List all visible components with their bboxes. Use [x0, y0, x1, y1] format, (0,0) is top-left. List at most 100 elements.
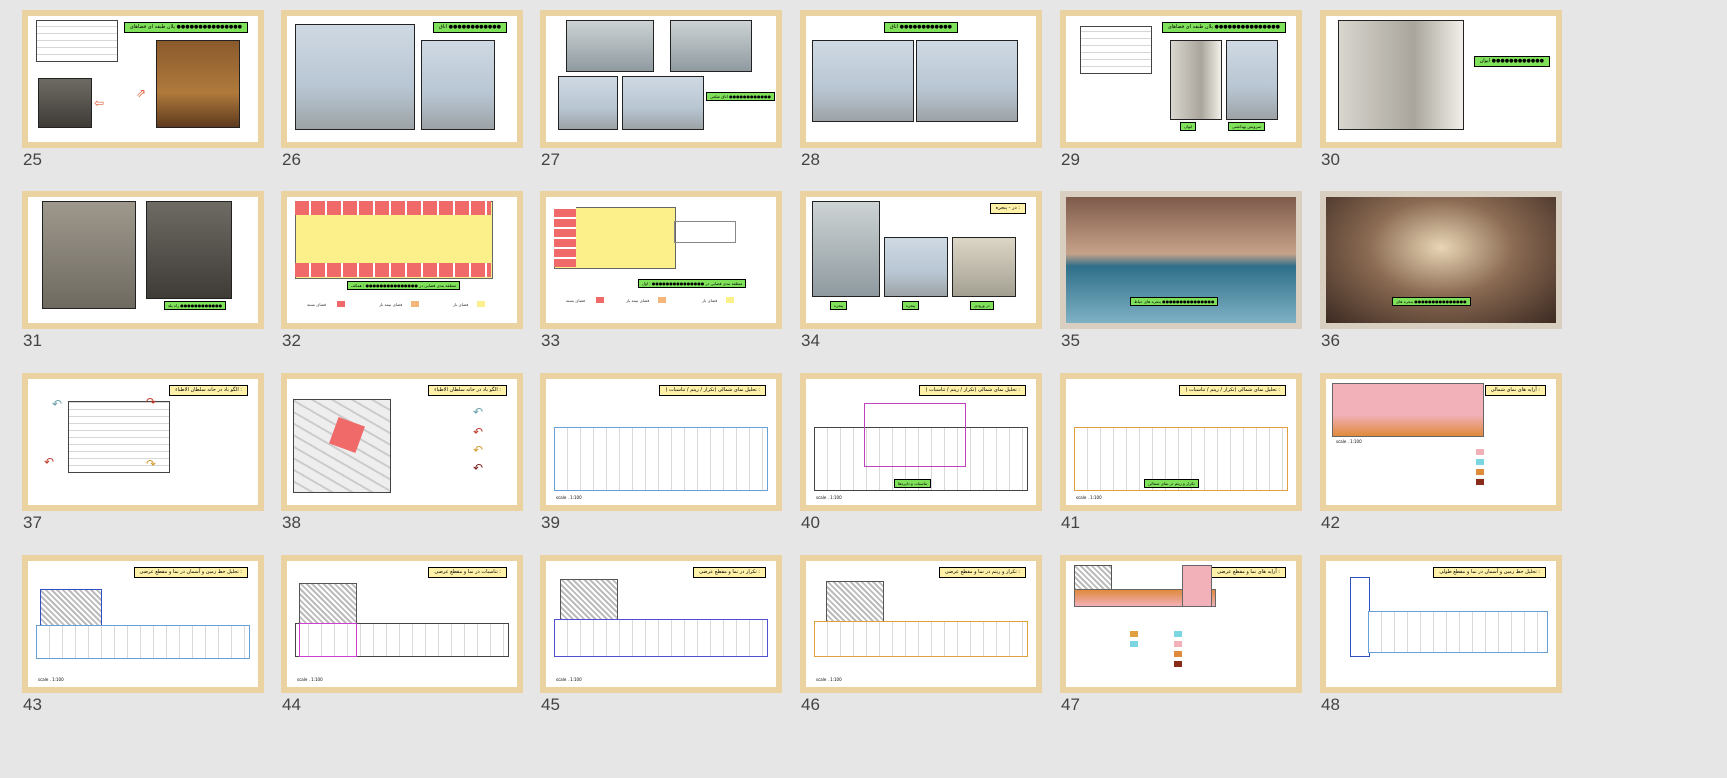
door-photo — [952, 237, 1016, 297]
legend-swatch — [1130, 631, 1138, 637]
slide-number: 37 — [23, 513, 42, 532]
slide-thumbnail-47[interactable]: آرایه های نما و مقطع عرضی : 47 — [1060, 555, 1302, 735]
slide-thumbnail-33[interactable]: منطقه بندی فضایی در ●●●●●●●●●●●●●●● : او… — [540, 191, 782, 371]
slide-title: اتاق ●●●●●●●●●●●● — [883, 22, 958, 33]
window-photo — [884, 237, 948, 297]
slide-thumbnail-37[interactable]: الگو باد در خانه سلطان الاطباء : ↶ ↷ ↶ ↷… — [22, 373, 264, 553]
caption-label: ایوان — [1180, 122, 1197, 131]
wind-arrow-icon: ↶ — [473, 405, 484, 419]
slide-thumbnail-36[interactable]: پنجره های ●●●●●●●●●●●●●●● 36 — [1320, 191, 1562, 371]
closed-space-zone — [554, 207, 576, 267]
slide-canvas: پلان طبقه ای فضاهای ●●●●●●●●●●●●●●● ⇦ ⇗ — [22, 10, 264, 148]
scale-text: scale . 1:100 — [816, 677, 842, 682]
arrow-up-right-icon: ⇗ — [136, 86, 147, 100]
room-photo — [812, 40, 914, 122]
slide-canvas: اتاق ●●●●●●●●●●●● — [800, 10, 1042, 148]
slide-sorter-grid: پلان طبقه ای فضاهای ●●●●●●●●●●●●●●● ⇦ ⇗ … — [0, 0, 1727, 778]
wind-arrow-icon: ↶ — [52, 397, 63, 411]
scale-text: scale . 1:100 — [556, 495, 582, 500]
legend-swatch — [1174, 641, 1182, 647]
caption-label: تکرار و ریتم در نمای شمالی — [1144, 479, 1199, 488]
slide-canvas: تحلیل نمای شمالی (تکرار / ریتم / تناسبات… — [1060, 373, 1302, 511]
slide-number: 34 — [801, 331, 820, 350]
colored-tower-drawing — [1182, 565, 1212, 607]
slide-title: تکرار و ریتم در نما و مقطع عرضی : — [938, 567, 1026, 578]
slide-thumbnail-40[interactable]: تحلیل نمای شمالی (تکرار / ریتم / تناسبات… — [800, 373, 1042, 553]
slide-number: 46 — [801, 695, 820, 714]
slide-title: در - پنجره : — [989, 203, 1026, 214]
slide-number: 33 — [541, 331, 560, 350]
slide-canvas: تکرار در نما و مقطع عرضی : scale . 1:100 — [540, 555, 782, 693]
slide-number: 32 — [282, 331, 301, 350]
slide-thumbnail-41[interactable]: تحلیل نمای شمالی (تکرار / ریتم / تناسبات… — [1060, 373, 1302, 553]
slide-thumbnail-28[interactable]: اتاق ●●●●●●●●●●●● 28 — [800, 10, 1042, 190]
slide-thumbnail-38[interactable]: الگو باد در خانه سلطان الاطباء : ↶ ↶ ↶ ↶… — [281, 373, 523, 553]
legend-swatch — [1174, 651, 1182, 657]
slide-canvas: تناسبات در نما و مقطع عرضی : scale . 1:1… — [281, 555, 523, 693]
room-photo — [421, 40, 495, 130]
slide-thumbnail-48[interactable]: تحلیل خط زمین و آسمان در نما و مقطع طولی… — [1320, 555, 1562, 735]
cross-section-drawing — [554, 619, 768, 657]
legend-label: فضای بسته — [566, 298, 586, 303]
plan-wing — [674, 221, 736, 243]
window-photo — [812, 201, 880, 297]
slide-title: تحلیل نمای شمالی (تکرار / ریتم / تناسبات… — [1179, 385, 1286, 396]
legend-label: فضای بسته — [307, 302, 327, 307]
room-photo — [295, 24, 415, 130]
colored-elevation-drawing — [1332, 383, 1484, 437]
slide-thumbnail-26[interactable]: اتاق ●●●●●●●●●●●● 26 — [281, 10, 523, 190]
caption-label: اتاق ضلعی ●●●●●●●●●●●● — [706, 92, 775, 101]
wind-arrow-icon: ↶ — [44, 455, 55, 469]
slide-number: 45 — [541, 695, 560, 714]
slide-thumbnail-31[interactable]: راه پله ●●●●●●●●●●●● 31 — [22, 191, 264, 371]
slide-number: 39 — [541, 513, 560, 532]
closed-space-zone — [295, 263, 491, 277]
slide-thumbnail-45[interactable]: تکرار در نما و مقطع عرضی : scale . 1:100… — [540, 555, 782, 735]
slide-number: 41 — [1061, 513, 1080, 532]
cross-section-drawing — [36, 625, 250, 659]
room-photo — [558, 76, 618, 130]
slide-thumbnail-35[interactable]: پنجره های حیاط ●●●●●●●●●●●●●●● 35 — [1060, 191, 1302, 371]
proportion-overlay — [864, 403, 966, 467]
bathroom-photo — [1226, 40, 1278, 120]
slide-canvas: منطقه بندی فضایی در ●●●●●●●●●●●●●●● : هم… — [281, 191, 523, 329]
door-photo — [156, 40, 240, 128]
north-elevation-drawing — [554, 427, 768, 491]
slide-thumbnail-29[interactable]: پلان طبقه ای فضاهای ●●●●●●●●●●●●●●● ایوا… — [1060, 10, 1302, 190]
caption-label: تناسبات و دایره‌ها — [894, 479, 932, 488]
slide-canvas: تکرار و ریتم در نما و مقطع عرضی : scale … — [800, 555, 1042, 693]
slide-number: 48 — [1321, 695, 1340, 714]
legend-swatch — [1174, 661, 1182, 667]
hatched-mass — [826, 581, 884, 623]
legend-swatch — [411, 301, 419, 307]
slide-thumbnail-32[interactable]: منطقه بندی فضایی در ●●●●●●●●●●●●●●● : هم… — [281, 191, 523, 371]
slide-thumbnail-39[interactable]: تحلیل نمای شمالی (تکرار / ریتم / تناسبات… — [540, 373, 782, 553]
scale-text: scale . 1:100 — [556, 677, 582, 682]
slide-thumbnail-42[interactable]: آرایه های نمای شمالی : scale . 1:100 42 — [1320, 373, 1562, 553]
slide-number: 27 — [541, 150, 560, 169]
stair-photo — [42, 201, 136, 309]
stair-photo — [146, 201, 232, 299]
slide-number: 28 — [801, 150, 820, 169]
slide-number: 42 — [1321, 513, 1340, 532]
hatched-mass — [40, 589, 102, 627]
slide-thumbnail-27[interactable]: اتاق ضلعی ●●●●●●●●●●●● 27 — [540, 10, 782, 190]
slide-canvas: اتاق ●●●●●●●●●●●● — [281, 10, 523, 148]
long-section-drawing — [1368, 611, 1548, 653]
slide-number: 26 — [282, 150, 301, 169]
slide-thumbnail-25[interactable]: پلان طبقه ای فضاهای ●●●●●●●●●●●●●●● ⇦ ⇗ … — [22, 10, 264, 190]
slide-title: تکرار در نما و مقطع عرضی : — [693, 567, 766, 578]
slide-thumbnail-34[interactable]: در - پنجره : پنجره پنجره در ورودی 34 — [800, 191, 1042, 371]
slide-number: 38 — [282, 513, 301, 532]
scale-text: scale . 1:100 — [1336, 439, 1362, 444]
legend-swatch — [596, 297, 604, 303]
slide-number: 31 — [23, 331, 42, 350]
caption-label: منطقه بندی فضایی در ●●●●●●●●●●●●●●● : او… — [638, 279, 747, 288]
slide-thumbnail-44[interactable]: تناسبات در نما و مقطع عرضی : scale . 1:1… — [281, 555, 523, 735]
slide-thumbnail-30[interactable]: ایوان ●●●●●●●●●●●● 30 — [1320, 10, 1562, 190]
slide-thumbnail-46[interactable]: تکرار و ریتم در نما و مقطع عرضی : scale … — [800, 555, 1042, 735]
slide-title: تحلیل خط زمین و آسمان در نما و مقطع طولی… — [1433, 567, 1546, 578]
window-photo — [566, 20, 654, 72]
slide-number: 40 — [801, 513, 820, 532]
slide-thumbnail-43[interactable]: تحلیل خط زمین و آسمان در نما و مقطع عرضی… — [22, 555, 264, 735]
